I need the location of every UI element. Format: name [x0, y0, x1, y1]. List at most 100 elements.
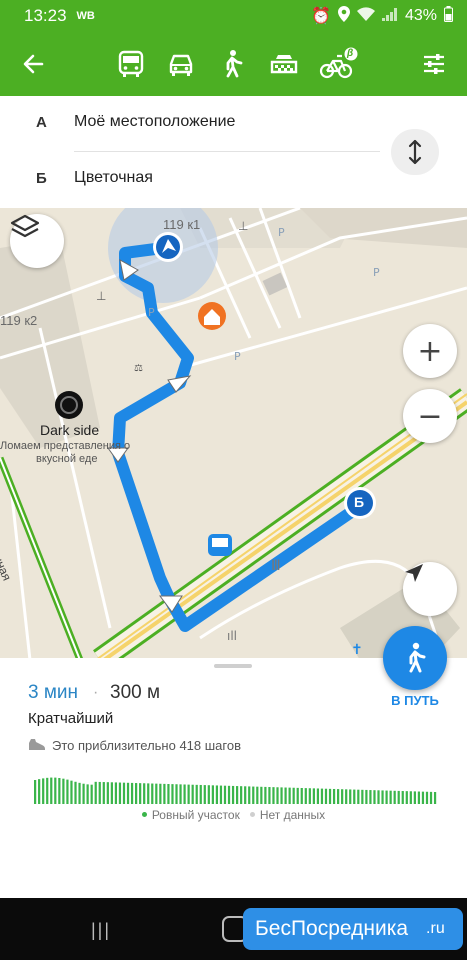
elevation-bar — [320, 788, 324, 804]
elevation-bar — [268, 787, 271, 804]
route-type: Кратчайший — [28, 710, 114, 727]
elevation-bar — [102, 782, 105, 804]
elevation-bar — [373, 790, 376, 804]
elevation-bar — [163, 783, 166, 804]
elevation-bar — [421, 791, 425, 804]
elevation-bar — [292, 787, 295, 804]
end-marker-label: Б — [354, 494, 365, 510]
svg-text:P: P — [148, 306, 155, 319]
elevation-bar — [264, 786, 267, 804]
from-letter: А — [36, 114, 47, 131]
elevation-bar — [248, 786, 251, 804]
from-label: Моё местоположение — [74, 113, 236, 130]
poi-name[interactable]: Dark side — [40, 422, 99, 438]
back-button[interactable] — [15, 46, 51, 82]
elevation-bar — [429, 791, 433, 804]
bus-mode-button[interactable] — [113, 46, 149, 82]
elevation-bar — [280, 787, 283, 804]
elevation-bar — [405, 791, 408, 804]
elevation-bar — [82, 783, 85, 804]
car-mode-button[interactable] — [163, 46, 199, 82]
elevation-bar — [70, 780, 73, 804]
elevation-bar — [195, 784, 198, 804]
elevation-bar — [361, 789, 364, 804]
elevation-bar — [211, 785, 214, 804]
pedestrian-icon — [409, 642, 426, 673]
bus-icon — [118, 50, 144, 77]
svg-text:✝: ✝ — [351, 642, 363, 658]
elevation-bar — [365, 789, 368, 804]
sheet-handle[interactable] — [214, 664, 252, 668]
elevation-bar — [284, 787, 287, 804]
route-to-field[interactable]: Б Цветочная — [0, 152, 380, 208]
elevation-bar — [381, 790, 384, 804]
elevation-bar — [159, 783, 162, 804]
pedestrian-mode-button[interactable] — [214, 46, 250, 82]
to-label: Цветочная — [74, 169, 153, 186]
bicycle-mode-button[interactable]: β — [318, 46, 360, 82]
elevation-bar — [187, 784, 190, 804]
route-settings-button[interactable] — [416, 46, 452, 82]
route-from-field[interactable]: А Моё местоположение — [0, 96, 380, 152]
elevation-bar — [151, 783, 154, 804]
plus-icon: + — [417, 333, 443, 369]
elevation-bar — [62, 778, 65, 804]
swap-points-button[interactable] — [391, 129, 439, 175]
pedestrian-icon — [226, 50, 243, 78]
go-button[interactable] — [383, 626, 447, 690]
transport-toolbar: β — [0, 32, 467, 96]
sliders-icon — [424, 54, 444, 74]
map-view[interactable]: ⊥ ⊥ P P P P Ⅲ ıll ✝ ⚖ 119 к1 119 к2 Dark… — [0, 208, 467, 660]
swap-vertical-icon — [408, 139, 422, 165]
elevation-bar — [135, 783, 138, 804]
svg-text:⚖: ⚖ — [134, 363, 143, 374]
zoom-in-button[interactable]: + — [403, 324, 457, 378]
svg-text:⊥: ⊥ — [238, 219, 248, 233]
elevation-bar — [155, 783, 158, 804]
watermark-text: БесПосредника — [255, 917, 409, 940]
elevation-bar — [324, 788, 328, 804]
elevation-bar — [54, 777, 57, 804]
elevation-bar — [139, 783, 142, 804]
elevation-bar — [349, 789, 352, 804]
legend-nodata: Нет данных — [259, 808, 326, 822]
elevation-bar — [179, 784, 182, 804]
recent-apps-button[interactable]: ||| — [91, 920, 111, 941]
elevation-bar — [308, 788, 311, 804]
taxi-mode-button[interactable] — [266, 46, 302, 82]
elevation-bar — [409, 791, 412, 804]
shoe-icon — [29, 739, 45, 750]
poi-description: вкусной еде — [36, 453, 98, 465]
elevation-bar — [118, 782, 122, 804]
elevation-bar — [353, 789, 356, 804]
to-letter: Б — [36, 170, 47, 187]
layers-button[interactable] — [10, 214, 64, 268]
zoom-out-button[interactable]: − — [403, 389, 457, 443]
signal-icon — [381, 7, 398, 26]
elevation-bar — [377, 790, 380, 804]
svg-text:ıll: ıll — [227, 629, 237, 643]
elevation-bar — [58, 778, 61, 804]
elevation-bar — [38, 779, 41, 804]
elevation-bar — [98, 781, 101, 804]
elevation-bar — [207, 785, 210, 804]
elevation-bar — [167, 784, 170, 804]
elevation-bar — [219, 785, 223, 804]
elevation-bar — [252, 786, 255, 804]
go-button-label[interactable]: В ПУТЬ — [370, 693, 460, 708]
status-icons: ⏰ 43% — [311, 5, 453, 27]
legend-flat: Ровный участок — [151, 808, 240, 822]
my-location-button[interactable] — [403, 562, 457, 616]
navigation-arrow-icon — [405, 564, 423, 582]
elevation-bar — [417, 791, 421, 804]
elevation-bar — [114, 782, 118, 804]
elevation-bar — [171, 784, 174, 804]
elevation-bar — [369, 790, 372, 804]
elevation-profile — [34, 777, 437, 804]
elevation-bar — [413, 791, 416, 804]
elevation-bar — [236, 786, 239, 804]
elevation-bar — [50, 777, 53, 804]
elevation-bar — [304, 788, 307, 804]
elevation-legend: Ровный участок Нет данных — [0, 808, 467, 822]
route-duration: 3 мин — [28, 682, 79, 703]
